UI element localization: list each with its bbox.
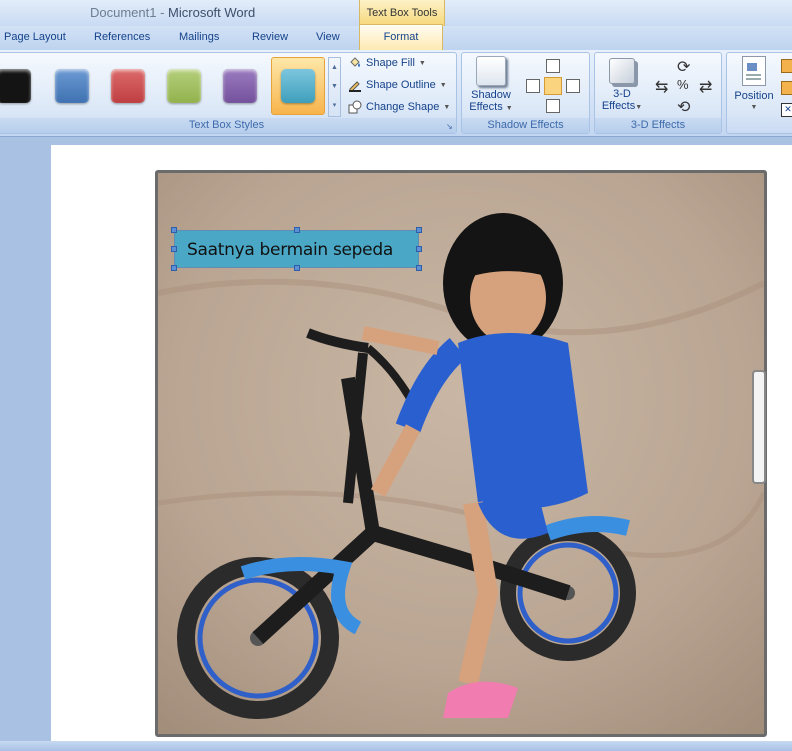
shadow-nudge-controls [522, 59, 582, 113]
shape-fill-label: Shape Fill [366, 57, 415, 69]
shape-outline-label: Shape Outline [366, 79, 436, 91]
shadow-effects-label-2-text: Effects [469, 101, 503, 113]
shadow-effects-button[interactable]: Shadow Effects ▼ [466, 56, 516, 115]
tilt-left-icon[interactable]: ⇆ [655, 77, 668, 97]
resize-handle-right[interactable] [416, 246, 422, 252]
shadow-effects-icon [476, 56, 506, 86]
change-shape-button[interactable]: Change Shape ▼ [348, 100, 450, 114]
window-title: Document1 - Microsoft Word [90, 5, 255, 20]
gallery-up-icon[interactable]: ▲ [329, 58, 340, 77]
shadow-effects-label-1: Shadow [471, 89, 511, 101]
position-button[interactable]: Position ▼ [731, 56, 777, 114]
change-shape-caret-icon: ▼ [443, 103, 451, 111]
style-swatch-red[interactable] [111, 69, 145, 103]
shadow-on-off-icon[interactable] [544, 77, 562, 95]
document-name: Document1 [90, 5, 157, 20]
nudge-shadow-right-icon[interactable] [566, 79, 580, 93]
tab-review[interactable]: Review [252, 31, 288, 43]
ribbon: ▲ ▼ ▾ Text Box Styles ↘ Shape Fill ▼ Shap… [0, 50, 792, 137]
resize-handle-top-right[interactable] [416, 227, 422, 233]
nudge-shadow-down-icon[interactable] [546, 99, 560, 113]
resize-handle-left[interactable] [171, 246, 177, 252]
bring-to-front-icon[interactable] [781, 59, 792, 73]
shadow-effects-label-2: Effects ▼ [466, 101, 516, 115]
gallery-down-icon[interactable]: ▼ [329, 77, 340, 96]
resize-handle-bottom-left[interactable] [171, 265, 177, 271]
3d-effects-icon [609, 58, 635, 84]
style-swatch-green[interactable] [167, 69, 201, 103]
text-box-content[interactable]: Saatnya bermain sepeda [187, 240, 393, 260]
3d-effects-label-1: 3-D [613, 88, 631, 100]
text-box-tools-header: Text Box Tools [359, 0, 445, 26]
position-label: Position [734, 90, 774, 102]
dialog-launcher-icon[interactable]: ↘ [446, 123, 454, 131]
change-shape-label: Change Shape [366, 101, 440, 113]
shape-outline-caret-icon: ▼ [439, 81, 447, 89]
tab-format[interactable]: Format [359, 24, 443, 50]
tilt-right-icon[interactable]: ⇄ [699, 77, 712, 97]
group-label-3d-effects: 3-D Effects [595, 118, 721, 133]
status-bar [0, 741, 792, 751]
group-3d-effects: 3-D Effects▼ ⟳ ⇆ % ⇄ ⟲ 3-D Effects [594, 52, 722, 134]
style-swatch-purple[interactable] [223, 69, 257, 103]
gallery-more-icon[interactable]: ▾ [329, 96, 340, 115]
shape-fill-caret-icon: ▼ [418, 59, 426, 67]
send-to-back-icon[interactable] [781, 81, 792, 95]
resize-handle-bottom-right[interactable] [416, 265, 422, 271]
resize-handle-top-left[interactable] [171, 227, 177, 233]
tab-mailings[interactable]: Mailings [179, 31, 219, 43]
3d-caret-icon: ▼ [635, 104, 643, 111]
app-name: Microsoft Word [168, 5, 256, 20]
resize-handle-top[interactable] [294, 227, 300, 233]
title-separator: - [156, 5, 169, 20]
pencil-icon [349, 81, 361, 92]
shape-fill-button[interactable]: Shape Fill ▼ [348, 56, 426, 70]
shape-outline-button[interactable]: Shape Outline ▼ [348, 78, 447, 92]
tilt-down-icon[interactable]: ⟲ [677, 97, 690, 117]
position-icon [742, 56, 766, 86]
nudge-shadow-up-icon[interactable] [546, 59, 560, 73]
selected-style-frame[interactable] [271, 57, 325, 115]
3d-effects-button[interactable]: 3-D Effects▼ [599, 56, 645, 114]
tab-view[interactable]: View [316, 31, 340, 43]
style-swatch-black[interactable] [0, 69, 31, 103]
paint-bucket-icon [350, 57, 360, 67]
3d-tilt-controls: ⟳ ⇆ % ⇄ ⟲ [651, 57, 717, 117]
style-swatch-teal[interactable] [281, 69, 315, 103]
position-caret-icon: ▼ [750, 104, 758, 111]
tab-references[interactable]: References [94, 31, 150, 43]
styles-gallery-scroller[interactable]: ▲ ▼ ▾ [328, 57, 341, 117]
group-shadow-effects: Shadow Effects ▼ Shadow Effects [461, 52, 590, 134]
3d-on-off-icon[interactable]: % [677, 77, 689, 92]
tab-page-layout[interactable]: Page Layout [4, 31, 66, 43]
group-arrange: Position ▼ ✕ [726, 52, 792, 134]
group-label-text-box-styles: Text Box Styles [0, 118, 456, 133]
tilt-up-icon[interactable]: ⟳ [677, 57, 690, 77]
partial-object-right-edge [752, 370, 766, 484]
3d-effects-label-2: Effects▼ [599, 100, 645, 114]
3d-effects-label-2-text: Effects [601, 100, 636, 112]
shadow-caret-icon: ▼ [505, 105, 513, 112]
text-wrapping-icon[interactable]: ✕ [781, 103, 792, 117]
nudge-shadow-left-icon[interactable] [526, 79, 540, 93]
style-swatch-blue[interactable] [55, 69, 89, 103]
group-label-shadow-effects: Shadow Effects [462, 118, 589, 133]
resize-handle-bottom[interactable] [294, 265, 300, 271]
shapes-icon [348, 100, 362, 114]
